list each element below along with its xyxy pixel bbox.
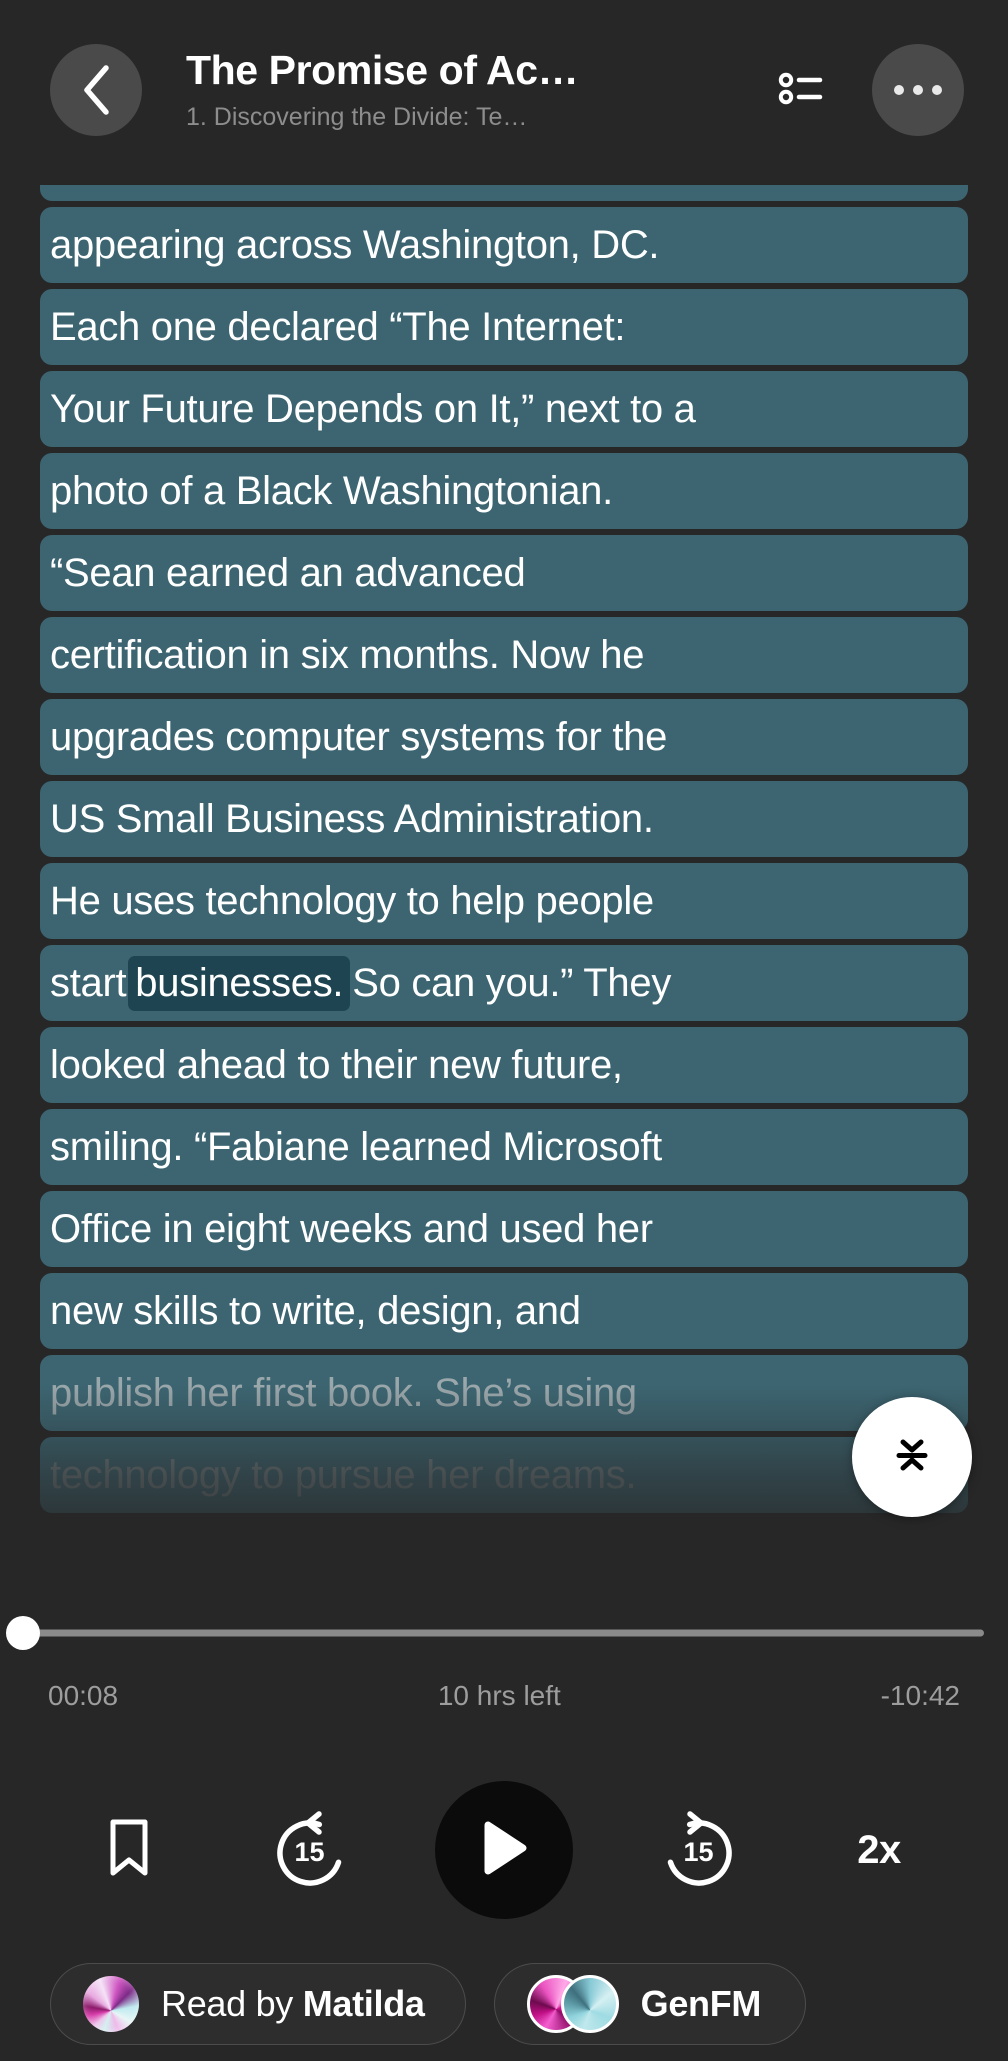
transcript-segment: smiling. “Fabiane learned Microsoft (50, 1124, 662, 1169)
transcript-segment: start (50, 960, 127, 1005)
transcript-line[interactable]: Your Future Depends on It,” next to a (40, 371, 968, 447)
playback-controls: 15 15 2x (0, 1770, 1008, 1930)
back-button[interactable] (50, 44, 142, 136)
genfm-label: GenFM (640, 1983, 762, 2024)
transcript-segment: looked ahead to their new future, (50, 1042, 623, 1087)
transcript-segment: He uses technology to help people (50, 878, 654, 923)
transcript-line[interactable]: US Small Business Administration. (40, 781, 968, 857)
transcript-line[interactable]: photo of a Black Washingtonian. (40, 453, 968, 529)
current-word: businesses. (128, 955, 351, 1011)
transcript-segment: photo of a Black Washingtonian. (50, 468, 613, 513)
time-left: -10:42 (880, 1680, 960, 1711)
playback-speed-button[interactable]: 2x (824, 1795, 934, 1905)
transcript-line[interactable]: Office in eight weeks and used her (40, 1191, 968, 1267)
progress-track (22, 1629, 984, 1637)
chapter-subtitle: 1. Discovering the Divide: Te… (186, 103, 528, 132)
transcript-segment: “Sean earned an advanced (50, 550, 526, 595)
transcript-panel[interactable]: appearing across Washington, DC. Each one… (0, 185, 1008, 1585)
forward-15-button[interactable]: 15 (644, 1795, 754, 1905)
play-icon (478, 1819, 530, 1882)
bookmark-button[interactable] (74, 1795, 184, 1905)
transcript-segment: upgrades computer systems for the (50, 714, 668, 759)
transcript-segment: Office in eight weeks and used her (50, 1206, 653, 1251)
chevron-left-icon (79, 64, 113, 116)
read-by-name: Matilda (302, 1983, 425, 2024)
transcript-segment: So can you.” They (352, 960, 672, 1005)
genfm-button[interactable]: GenFM (493, 1963, 807, 2045)
transcript-line[interactable]: appearing across Washington, DC. (40, 207, 968, 283)
forward-15-icon: 15 (656, 1807, 742, 1893)
rewind-15-button[interactable]: 15 (255, 1795, 365, 1905)
genfm-orb-right (560, 1975, 619, 2033)
chapter-list-icon (778, 68, 830, 113)
progress-thumb[interactable] (6, 1616, 40, 1650)
transcript-line-partial (40, 185, 968, 201)
play-button[interactable] (435, 1781, 573, 1919)
voice-orb-icon (83, 1976, 139, 2032)
progress-slider[interactable] (0, 1608, 1008, 1658)
transcript-line[interactable]: looked ahead to their new future, (40, 1027, 968, 1103)
transcript-segment: US Small Business Administration. (50, 796, 654, 841)
transcript-line[interactable]: He uses technology to help people (40, 863, 968, 939)
chapters-button[interactable] (774, 60, 834, 120)
collapse-transcript-button[interactable] (852, 1397, 972, 1517)
transcript-line[interactable]: new skills to write, design, and (40, 1273, 968, 1349)
transcript-segment: Your Future Depends on It,” next to a (50, 386, 696, 431)
time-row: 00:08 10 hrs left -10:42 (0, 1680, 1008, 1712)
transcript-line[interactable]: certification in six months. Now he (40, 617, 968, 693)
elapsed-time: 00:08 (48, 1680, 119, 1711)
read-by-prefix: Read by (161, 1983, 303, 2024)
time-remaining-label: 10 hrs left (437, 1680, 561, 1711)
collapse-icon (886, 1429, 938, 1486)
transcript-line[interactable]: start businesses. So can you.” They (40, 945, 968, 1021)
app-header: The Promise of Ac… 1. Discovering the Di… (0, 0, 1008, 180)
transcript-segment: technology to pursue her dreams. (50, 1452, 637, 1497)
transcript-line[interactable]: upgrades computer systems for the (40, 699, 968, 775)
transcript-segment: certification in six months. Now he (50, 632, 645, 677)
title-block: The Promise of Ac… 1. Discovering the Di… (186, 48, 774, 132)
more-options-button[interactable] (872, 44, 964, 136)
bookmark-icon (104, 1816, 154, 1885)
transcript-line[interactable]: smiling. “Fabiane learned Microsoft (40, 1109, 968, 1185)
transcript-line[interactable]: Each one declared “The Internet: (40, 289, 968, 365)
bottom-pills: Read by Matilda GenFM (0, 1963, 1008, 2045)
transcript-line[interactable]: publish her first book. She’s using (40, 1355, 968, 1431)
transcript-segment: appearing across Washington, DC. (50, 222, 660, 267)
header-actions (774, 44, 964, 136)
forward-seconds-label: 15 (683, 1837, 714, 1867)
playback-speed-label: 2x (857, 1827, 901, 1872)
read-by-label: Read by Matilda (161, 1983, 425, 2025)
transcript-line[interactable]: technology to pursue her dreams. (40, 1437, 968, 1513)
transcript-line[interactable]: “Sean earned an advanced (40, 535, 968, 611)
rewind-seconds-label: 15 (294, 1837, 325, 1867)
transcript-segment: publish her first book. She’s using (50, 1370, 637, 1415)
transcript-segment: Each one declared “The Internet: (50, 304, 626, 349)
transcript-segment: new skills to write, design, and (50, 1288, 581, 1333)
genfm-duo-orb-icon (526, 1975, 619, 2033)
page-title: The Promise of Ac… (186, 48, 579, 94)
more-options-icon-dot2 (913, 85, 923, 95)
more-options-icon-dot3 (932, 85, 942, 95)
read-by-voice-button[interactable]: Read by Matilda (50, 1963, 466, 2045)
more-options-icon (894, 85, 904, 95)
rewind-15-icon: 15 (267, 1807, 353, 1893)
